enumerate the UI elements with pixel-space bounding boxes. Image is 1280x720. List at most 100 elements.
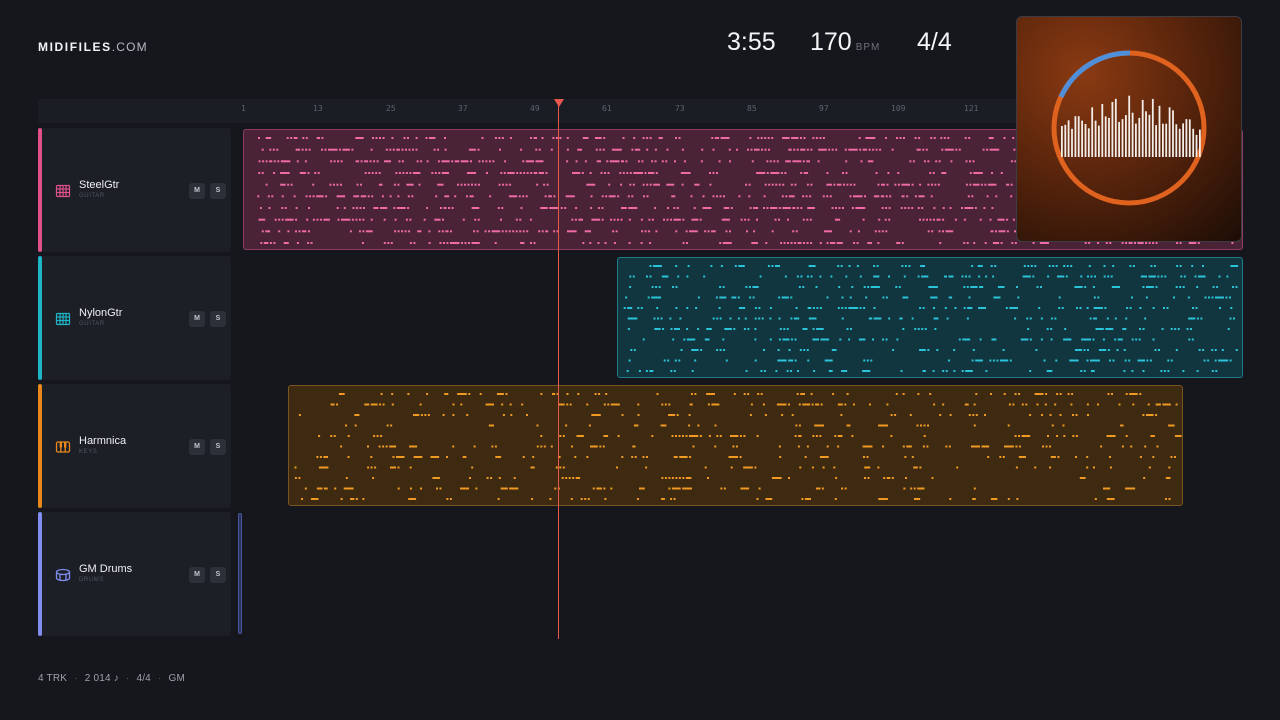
midi-note: [790, 242, 793, 244]
midi-note: [800, 393, 805, 395]
midi-note: [1230, 265, 1239, 267]
mute-button[interactable]: M: [189, 183, 205, 199]
midi-note: [792, 160, 802, 163]
midi-note: [509, 137, 512, 139]
midi-note: [401, 148, 404, 151]
mute-button[interactable]: M: [189, 439, 205, 455]
midi-note: [674, 160, 676, 163]
midi-note: [580, 498, 583, 500]
track-arrange-area[interactable]: [238, 512, 1243, 636]
solo-button[interactable]: S: [210, 311, 226, 327]
midi-note: [739, 456, 742, 458]
midi-note: [785, 160, 791, 163]
midi-note: [776, 160, 779, 163]
solo-button[interactable]: S: [210, 183, 226, 199]
midi-note: [398, 160, 401, 163]
midi-note: [1012, 137, 1015, 139]
midi-note: [1183, 275, 1186, 278]
midi-note: [1088, 242, 1091, 244]
album-art-visualizer: [1016, 16, 1242, 242]
playhead-line[interactable]: [558, 106, 559, 639]
midi-note: [834, 435, 837, 437]
midi-note: [909, 414, 912, 416]
midi-clip[interactable]: [617, 257, 1243, 378]
midi-note: [816, 307, 819, 309]
midi-note: [461, 242, 463, 244]
midi-note: [385, 445, 388, 448]
track-arrange-area[interactable]: [238, 384, 1243, 508]
midi-note: [682, 477, 685, 479]
mute-button[interactable]: M: [189, 311, 205, 327]
midi-note: [631, 456, 634, 458]
midi-note: [927, 160, 930, 163]
midi-note: [970, 286, 978, 288]
midi-note: [764, 414, 767, 416]
midi-note: [1014, 317, 1017, 320]
midi-note: [525, 160, 534, 163]
midi-note: [743, 435, 746, 437]
midi-note: [760, 370, 763, 372]
midi-note: [810, 393, 813, 395]
midi-note: [413, 456, 423, 458]
track-header[interactable]: Harmnica KEYS M S: [42, 384, 231, 508]
site-logo[interactable]: MIDIFILES.COM: [38, 40, 148, 54]
midi-note: [488, 230, 491, 233]
midi-note: [466, 414, 469, 416]
track-arrange-area[interactable]: [238, 256, 1243, 380]
midi-note: [540, 435, 543, 437]
solo-button[interactable]: S: [210, 567, 226, 583]
track-header[interactable]: SteelGtr GUITAR M S: [42, 128, 231, 252]
track-header[interactable]: GM Drums DRUMS M S: [42, 512, 231, 636]
midi-note: [718, 160, 721, 163]
midi-note: [973, 403, 976, 406]
midi-note: [258, 172, 261, 174]
playhead-marker[interactable]: [554, 99, 564, 107]
midi-note: [273, 172, 276, 174]
mute-button[interactable]: M: [189, 567, 205, 583]
spectrum-bar: [1199, 129, 1201, 157]
midi-note: [679, 456, 688, 458]
midi-note: [819, 456, 829, 458]
midi-note: [885, 195, 888, 198]
midi-note: [575, 477, 581, 479]
midi-note: [942, 370, 945, 372]
spectrum-bar: [1172, 110, 1174, 157]
midi-note: [446, 456, 448, 458]
midi-note: [466, 172, 477, 174]
midi-note: [706, 328, 712, 330]
midi-note: [505, 393, 508, 395]
midi-note: [790, 296, 793, 299]
midi-note: [693, 207, 696, 209]
midi-note: [261, 230, 264, 233]
midi-note: [333, 160, 336, 163]
midi-note: [802, 286, 805, 288]
midi-note: [391, 137, 394, 139]
midi-note: [824, 359, 833, 362]
track-header[interactable]: NylonGtr GUITAR M S: [42, 256, 231, 380]
midi-note: [799, 349, 802, 351]
midi-note: [694, 183, 700, 186]
midi-note: [1006, 230, 1009, 233]
spectrum-bar: [1087, 128, 1090, 157]
midi-note: [971, 195, 974, 198]
midi-note: [390, 466, 396, 469]
solo-button[interactable]: S: [210, 439, 226, 455]
midi-clip[interactable]: [238, 513, 242, 634]
midi-note: [333, 183, 335, 186]
spectrum-bar: [1192, 128, 1195, 157]
midi-note: [1087, 414, 1089, 416]
midi-note: [899, 137, 902, 139]
midi-note: [416, 160, 419, 163]
midi-clip[interactable]: [288, 385, 1183, 506]
midi-note: [941, 172, 947, 174]
midi-note: [497, 207, 500, 209]
midi-note: [954, 307, 957, 309]
midi-note: [457, 183, 459, 186]
midi-note: [647, 296, 650, 299]
midi-note: [552, 393, 556, 395]
midi-note: [391, 393, 394, 395]
midi-note: [1072, 414, 1074, 416]
midi-note: [689, 456, 692, 458]
midi-note: [566, 403, 569, 406]
midi-note: [371, 172, 374, 174]
